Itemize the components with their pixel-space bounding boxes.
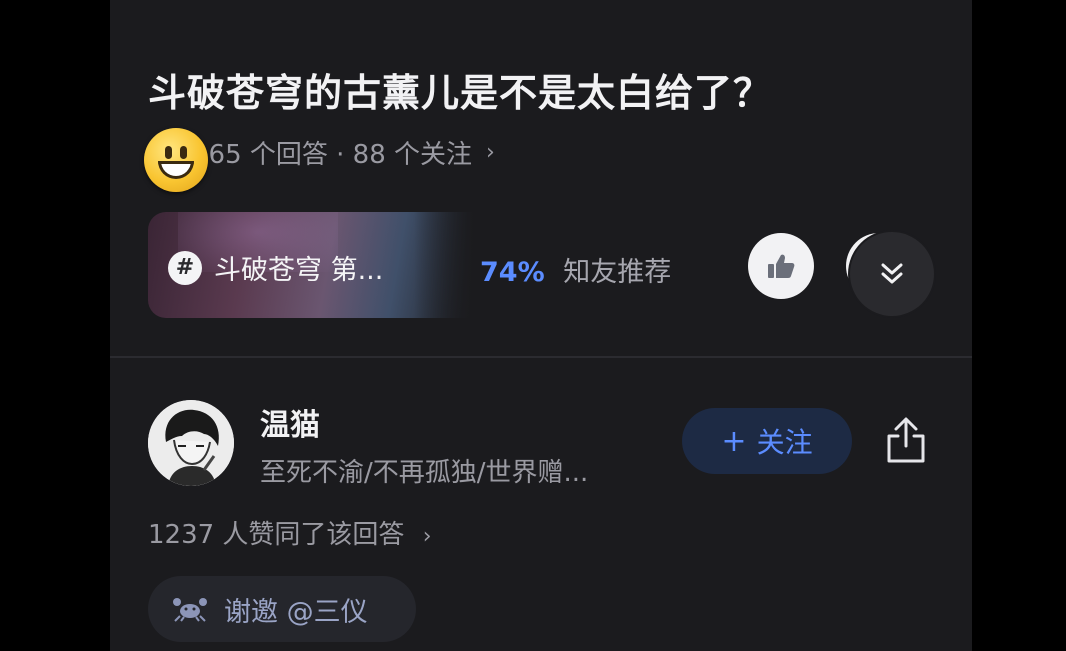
question-title[interactable]: 斗破苍穹的古薰儿是不是太白给了？ (148, 62, 772, 117)
vote-summary[interactable]: 1237 人赞同了该回答 › (148, 514, 432, 551)
avatar-image (148, 400, 234, 486)
author-bio: 至死不渝/不再孤独/世界赠... (260, 458, 589, 488)
topic-tag[interactable]: # 斗破苍穹 第... (168, 248, 383, 287)
expand-button[interactable] (850, 232, 934, 316)
emoji-eye-left (165, 146, 172, 159)
thanks-text: 谢邀 @三仪 (224, 596, 368, 628)
thumbs-up-icon (768, 254, 795, 278)
recommend-label: 知友推荐 (563, 257, 672, 288)
topic-card-fade (414, 212, 474, 318)
recommend-rate: 74% 知友推荐 (480, 250, 671, 289)
question-meta-text: · 65 个回答 · 88 个关注 (192, 139, 473, 170)
grinning-face-icon (144, 128, 208, 192)
plus-icon: + (721, 423, 747, 459)
chevron-right-icon: › (486, 139, 495, 165)
emoji-mouth (158, 161, 194, 179)
crab-icon (172, 596, 208, 622)
recommend-percent: 74% (480, 257, 545, 288)
author-name[interactable]: 温猫 (260, 400, 320, 444)
vote-text: 1237 人赞同了该回答 (148, 520, 405, 550)
divider (110, 356, 972, 358)
follow-label: 关注 (756, 426, 813, 459)
chevron-right-icon: › (422, 524, 432, 549)
author-avatar[interactable] (148, 400, 234, 486)
question-panel: 斗破苍穹的古薰儿是不是太白给了？ · 65 个回答 · 88 个关注 › # 斗… (110, 0, 972, 651)
follow-button[interactable]: + 关注 (682, 408, 852, 474)
like-button[interactable] (748, 233, 814, 299)
hashtag-icon: # (168, 250, 202, 285)
double-chevron-down-icon (881, 263, 903, 284)
share-icon (887, 417, 925, 463)
emoji-eye-right (180, 146, 187, 159)
thanks-invite-chip[interactable]: 谢邀 @三仪 (148, 576, 416, 642)
share-button[interactable] (880, 412, 932, 468)
topic-label: 斗破苍穹 第... (214, 255, 384, 286)
